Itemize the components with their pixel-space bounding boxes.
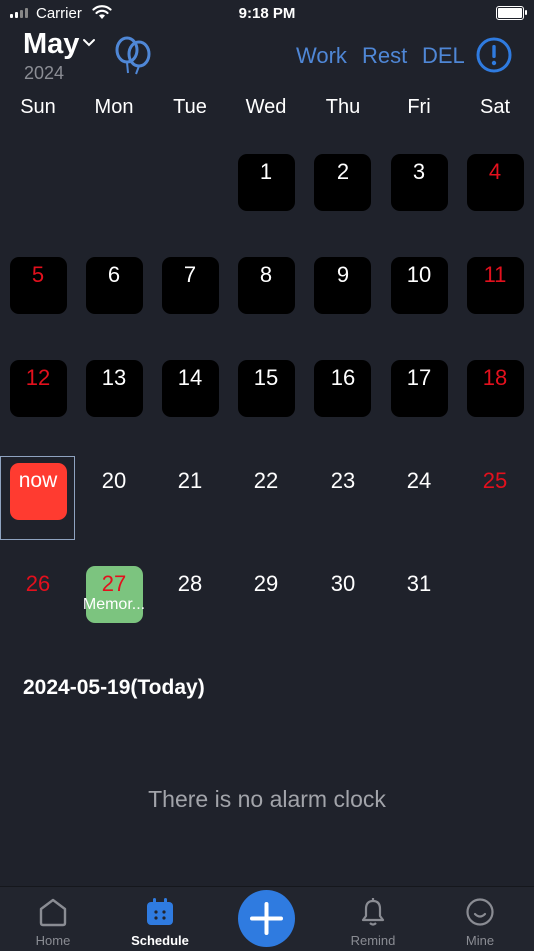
selected-date-title: 2024-05-19(Today) bbox=[23, 676, 205, 699]
chevron-down-icon[interactable] bbox=[81, 34, 97, 50]
day-number: 16 bbox=[330, 365, 356, 390]
day-number[interactable]: 28 bbox=[152, 571, 228, 597]
day-number: 14 bbox=[177, 365, 203, 390]
tab-label: Home bbox=[35, 933, 71, 948]
day-number[interactable]: 24 bbox=[381, 468, 457, 494]
day-number: 4 bbox=[488, 159, 502, 184]
smile-icon bbox=[466, 898, 494, 926]
memo-label: Memor... bbox=[82, 596, 146, 613]
day-number[interactable]: 23 bbox=[305, 468, 381, 494]
today-label: now bbox=[18, 469, 58, 492]
day-number[interactable]: 21 bbox=[152, 468, 228, 494]
day-number[interactable]: 31 bbox=[381, 571, 457, 597]
day-number[interactable]: 29 bbox=[228, 571, 304, 597]
tab-label: Mine bbox=[465, 933, 495, 948]
day-number: 7 bbox=[183, 262, 197, 287]
empty-state-message: There is no alarm clock bbox=[148, 786, 386, 812]
day-number: 12 bbox=[25, 365, 51, 390]
day-number: 10 bbox=[406, 262, 432, 287]
day-number[interactable]: 26 bbox=[0, 571, 76, 597]
day-number: 27 bbox=[101, 571, 127, 596]
weekday-label: Wed bbox=[245, 96, 287, 118]
bell-icon bbox=[361, 898, 385, 926]
weekday-label: Thu bbox=[325, 96, 361, 118]
day-number: 15 bbox=[253, 365, 279, 390]
day-number: 9 bbox=[336, 262, 350, 287]
day-number[interactable]: 20 bbox=[76, 468, 152, 494]
delete-button[interactable]: DEL bbox=[422, 43, 465, 69]
day-number: 1 bbox=[259, 159, 273, 184]
weekday-label: Mon bbox=[94, 96, 134, 118]
status-bar: Carrier 9:18 PM bbox=[0, 0, 534, 28]
battery-icon bbox=[496, 6, 527, 20]
work-button[interactable]: Work bbox=[296, 43, 347, 69]
weekday-label: Tue bbox=[173, 96, 207, 118]
day-number[interactable]: 30 bbox=[305, 571, 381, 597]
day-number: 11 bbox=[483, 262, 507, 287]
plus-icon bbox=[250, 902, 283, 935]
tab-schedule[interactable]: Schedule bbox=[107, 887, 213, 951]
month-title[interactable]: May bbox=[23, 28, 79, 61]
day-number: 2 bbox=[336, 159, 350, 184]
day-number: 18 bbox=[482, 365, 508, 390]
day-number: 5 bbox=[31, 262, 45, 287]
home-icon bbox=[39, 898, 67, 927]
tab-mine[interactable]: Mine bbox=[427, 887, 533, 951]
tab-label: Schedule bbox=[131, 933, 189, 948]
weekday-label: Sat bbox=[479, 96, 511, 118]
add-button[interactable] bbox=[238, 890, 295, 947]
calendar-icon bbox=[147, 898, 173, 925]
day-number: 13 bbox=[101, 365, 127, 390]
tab-home[interactable]: Home bbox=[0, 887, 106, 951]
tab-remind[interactable]: Remind bbox=[320, 887, 426, 951]
day-number: 17 bbox=[406, 365, 432, 390]
day-number: 8 bbox=[259, 262, 273, 287]
day-number[interactable]: 25 bbox=[457, 468, 533, 494]
day-number: 3 bbox=[412, 159, 426, 184]
day-number[interactable]: 22 bbox=[228, 468, 304, 494]
info-icon[interactable] bbox=[476, 37, 512, 73]
day-number: 6 bbox=[107, 262, 121, 287]
clock-time: 9:18 PM bbox=[238, 5, 296, 22]
tab-label: Remind bbox=[350, 933, 396, 948]
balloons-icon[interactable] bbox=[112, 35, 154, 77]
weekday-label: Sun bbox=[20, 96, 56, 118]
year-label: 2024 bbox=[24, 63, 65, 83]
rest-button[interactable]: Rest bbox=[362, 43, 407, 69]
weekday-label: Fri bbox=[407, 96, 431, 118]
